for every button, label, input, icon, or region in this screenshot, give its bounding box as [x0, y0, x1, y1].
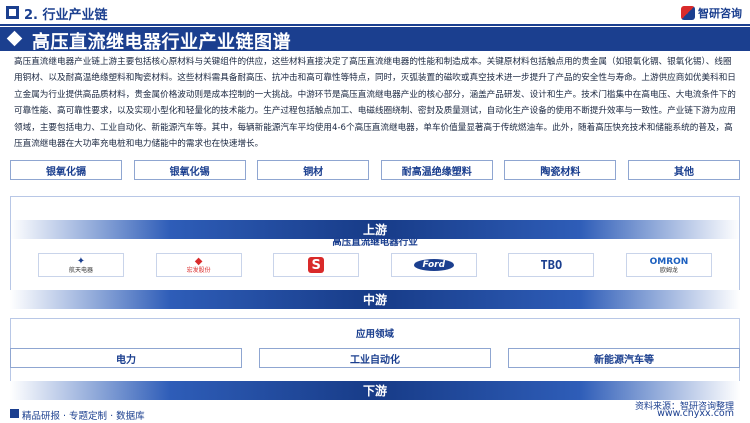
company-name: 宏发股份 — [186, 267, 211, 274]
company-logo: S — [273, 253, 360, 277]
company-name: 欧姆龙 — [659, 266, 678, 274]
upstream-item: 铜材 — [257, 160, 370, 180]
upstream-item: 陶瓷材料 — [504, 160, 617, 180]
company-mark: Ford — [413, 259, 455, 271]
company-mark: TBO — [540, 258, 563, 272]
footer-url[interactable]: www.chyxx.com — [657, 408, 734, 419]
downstream-sublabel: 应用领域 — [355, 329, 394, 340]
company-logos: ✦ 航天电器 ◆ 宏发股份 S Ford TBO OMRON 欧姆龙 — [10, 253, 740, 277]
upstream-item: 其他 — [627, 160, 740, 180]
brand: 智研咨询 — [681, 5, 742, 21]
section-heading: 2. 行业产业链 — [24, 8, 108, 23]
company-mark: S — [308, 257, 325, 273]
diamond-icon — [6, 30, 23, 47]
footer-tagline: 精品研报 · 专题定制 · 数据库 — [22, 411, 145, 422]
downstream-applications: 电力 工业自动化 新能源汽车等 — [10, 348, 740, 368]
description-paragraph: 高压直流继电器产业链上游主要包括核心原材料与关键组件的供应，这些材料直接决定了高… — [14, 57, 736, 150]
downstream-item: 新能源汽车等 — [508, 348, 740, 368]
brand-name: 智研咨询 — [698, 7, 742, 20]
company-logo: TBO — [508, 253, 595, 277]
company-name: 航天电器 — [68, 267, 93, 274]
upstream-item: 银氧化镉 — [10, 160, 122, 180]
company-logo: ✦ 航天电器 — [38, 253, 124, 277]
company-logo: ◆ 宏发股份 — [155, 253, 242, 277]
downstream-item: 工业自动化 — [259, 348, 491, 368]
top-bar: 2. 行业产业链 智研咨询 — [0, 0, 750, 24]
company-mark: ◆ — [194, 256, 203, 267]
company-logo: OMRON 欧姆龙 — [625, 253, 712, 277]
page-title: 高压直流继电器行业产业链图谱 — [32, 32, 291, 53]
title-bar: 高压直流继电器行业产业链图谱 — [0, 27, 750, 53]
section-square-icon — [6, 6, 19, 19]
midstream-band: 中游 — [10, 290, 740, 309]
upstream-materials: 银氧化镉 银氧化锡 铜材 耐高温绝缘塑料 陶瓷材料 其他 — [10, 160, 740, 180]
company-mark: ✦ — [76, 256, 86, 267]
company-logo: Ford — [390, 253, 477, 277]
company-mark: OMRON — [649, 256, 689, 267]
upstream-item: 银氧化锡 — [133, 160, 246, 180]
footer-square-icon — [10, 409, 19, 418]
top-divider — [0, 24, 750, 26]
midstream-panel — [10, 196, 740, 300]
brand-logo-icon — [681, 6, 695, 20]
midstream-sublabel: 高压直流继电器行业 — [332, 237, 418, 248]
footer: 精品研报 · 专题定制 · 数据库 www.chyxx.com — [0, 405, 750, 423]
downstream-band: 下游 — [10, 381, 740, 400]
upstream-item: 耐高温绝缘塑料 — [380, 160, 493, 180]
downstream-item: 电力 — [10, 348, 242, 368]
